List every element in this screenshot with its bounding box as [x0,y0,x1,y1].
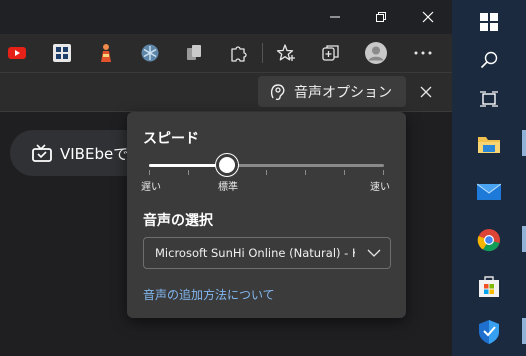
task-view-button[interactable] [452,77,526,121]
speed-tick [305,170,306,175]
tv-icon [32,144,52,162]
chrome-icon [477,229,500,252]
speed-tick [344,170,345,175]
voice-options-popup: スピード 遅い 標準 速い 音声の選択 Microsoft SunHi Onli… [127,112,406,318]
speed-slider-fill [149,164,227,167]
favorites-icon [276,44,295,61]
speed-tick [383,170,384,175]
search-button[interactable] [452,38,526,82]
app-running-indicator [522,226,526,252]
minimize-button[interactable] [312,0,358,34]
title-bar [0,0,452,34]
voice-select-title: 音声の選択 [143,213,213,229]
speed-slider-thumb[interactable] [215,154,238,176]
youtube-icon [8,47,26,59]
collections-icon [322,45,339,61]
profile-icon [365,42,387,64]
read-aloud-bar: 音声オプション [0,72,452,112]
copy-icon [187,45,201,60]
close-window-button[interactable] [405,0,451,34]
extensions-button[interactable] [226,41,250,65]
mail-icon [477,183,501,200]
restore-button[interactable] [358,0,404,34]
speed-label-slow: 遅い [141,182,161,193]
app-running-indicator [522,130,526,156]
store-icon [479,276,499,297]
restore-icon [376,12,386,22]
figure-icon [101,44,111,62]
security-app[interactable] [452,310,526,354]
minimize-icon [330,16,340,18]
collections-button[interactable] [319,41,343,65]
file-explorer-app[interactable] [452,122,526,166]
copy-extension[interactable] [182,41,206,65]
more-button[interactable] [411,41,435,65]
search-icon [480,51,498,69]
speed-tick [188,170,189,175]
speed-tick [266,170,267,175]
voice-select-dropdown[interactable]: Microsoft SunHi Online (Natural) - Korea… [143,237,391,269]
figure-extension[interactable] [94,41,118,65]
voice-options-label: 音声オプション [294,84,392,101]
folder-icon [478,137,500,153]
voice-icon [270,83,285,100]
speed-label-fast: 速い [370,182,390,193]
profile-button[interactable] [364,41,388,65]
voice-options-button[interactable]: 音声オプション [258,76,406,107]
app-running-indicator [522,318,526,344]
store-app[interactable] [452,264,526,308]
chevron-down-icon [367,249,381,257]
taskbar [452,0,526,356]
puzzle-icon [231,46,247,62]
windows-icon [480,13,498,31]
task-view-icon [480,91,498,107]
snowflake-icon [141,44,159,62]
shield-icon [479,320,499,344]
favorites-button[interactable] [274,41,298,65]
close-icon [422,11,434,23]
grid-extension[interactable] [50,41,74,65]
close-icon [420,86,432,98]
add-voice-link[interactable]: 音声の追加方法について [143,286,275,303]
chrome-app[interactable] [452,218,526,262]
speed-label-normal: 標準 [218,182,238,193]
speed-tick [149,170,150,175]
toolbar-divider [262,43,263,63]
mail-app[interactable] [452,170,526,214]
speed-title: スピード [143,131,199,147]
vibe-label: VIBEbeで [60,144,129,163]
snowflake-extension[interactable] [138,41,162,65]
more-icon [414,51,432,55]
grid-icon [53,44,71,62]
toolbar [0,34,452,72]
close-read-aloud-button[interactable] [416,83,436,101]
youtube-extension[interactable] [5,41,29,65]
voice-select-value: Microsoft SunHi Online (Natural) - Korea… [155,246,355,260]
